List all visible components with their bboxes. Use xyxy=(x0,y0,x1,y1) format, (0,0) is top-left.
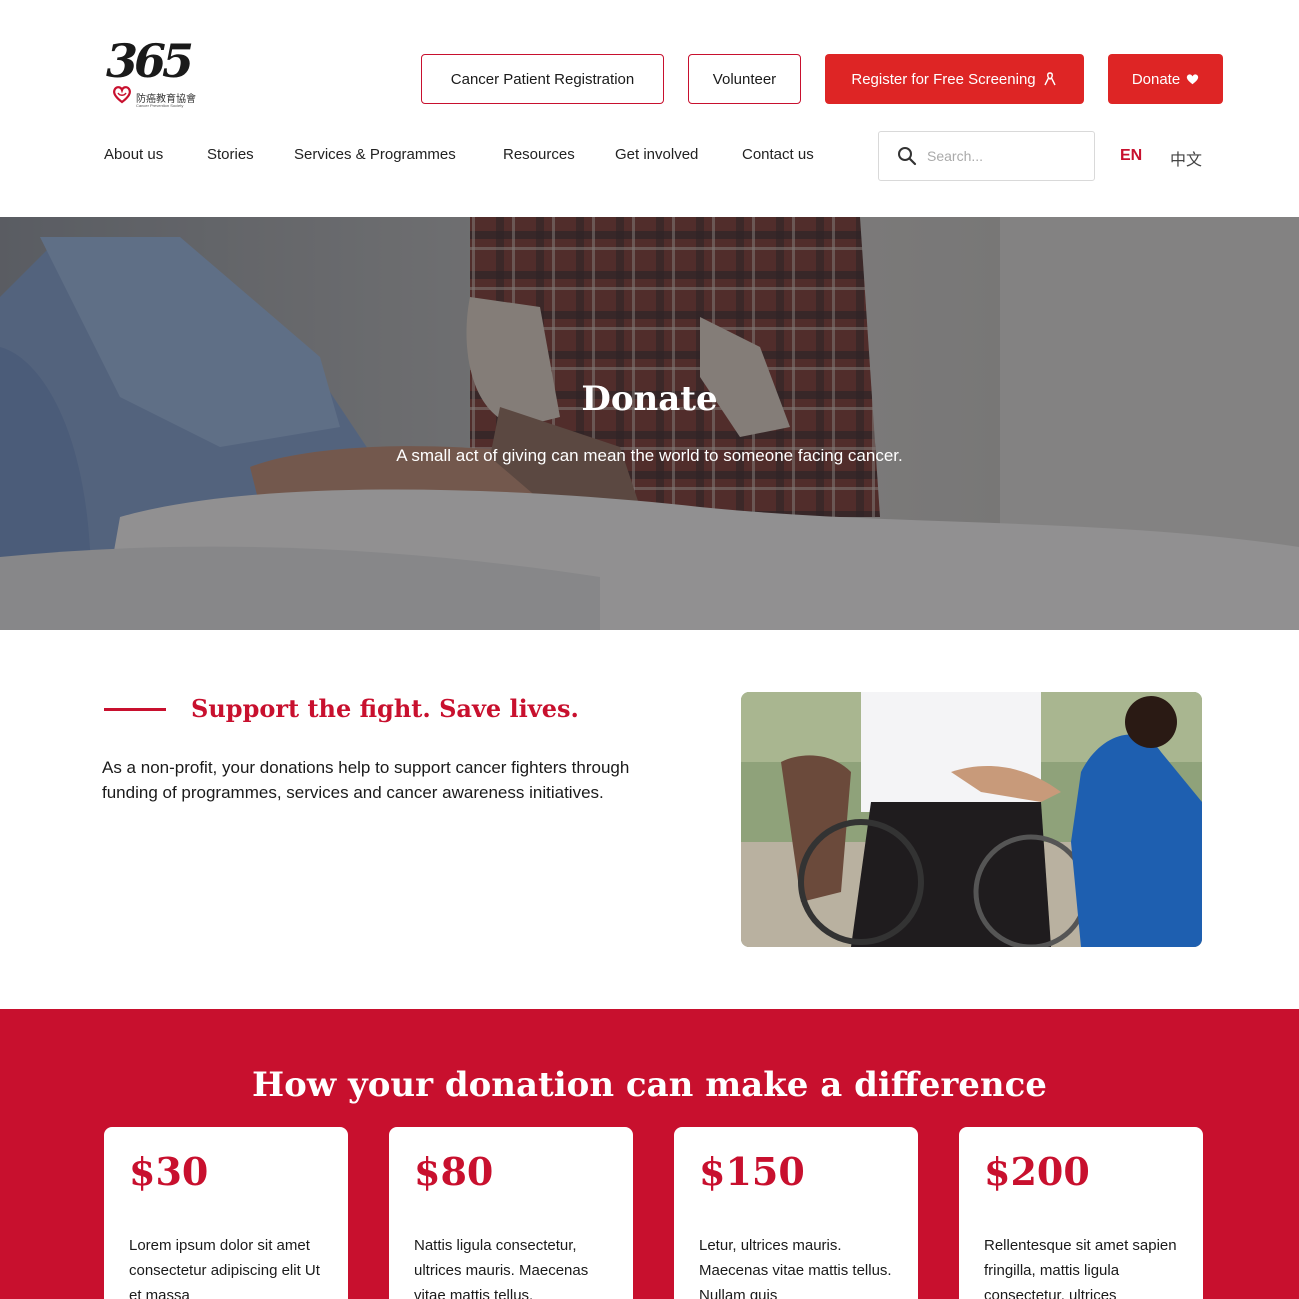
donation-amount: $200 xyxy=(984,1149,1090,1194)
logo-number: 365 xyxy=(106,34,194,88)
hero-banner: Donate A small act of giving can mean th… xyxy=(0,217,1299,630)
donation-card-80[interactable]: $80 Nattis ligula consectetur, ultrices … xyxy=(389,1127,633,1299)
language-chinese[interactable]: 中文 xyxy=(1170,146,1202,170)
support-description: As a non-profit, your donations help to … xyxy=(102,758,630,802)
donate-button[interactable]: Donate xyxy=(1108,54,1223,104)
logo-english-name: Cancer Prevention Society xyxy=(136,103,184,108)
wheelchair-care-photo xyxy=(741,692,1202,947)
page-title: Donate xyxy=(581,379,718,419)
donation-description: Letur, ultrices mauris. Maecenas vitae m… xyxy=(699,1237,892,1299)
support-heading: Support the fight. Save lives. xyxy=(191,694,579,723)
search-input[interactable] xyxy=(927,148,1077,164)
donation-amount: $80 xyxy=(414,1149,494,1194)
volunteer-button[interactable]: Volunteer xyxy=(688,54,801,104)
heart-logo-icon xyxy=(113,86,131,104)
nav-item-contact-us[interactable]: Contact us xyxy=(742,146,814,163)
donation-impact-section: How your donation can make a difference … xyxy=(0,1009,1299,1299)
heart-icon xyxy=(1187,74,1199,85)
search-icon xyxy=(898,147,917,166)
ribbon-icon xyxy=(1043,72,1056,86)
donation-heading: How your donation can make a difference xyxy=(252,1065,1047,1105)
hero-overlay xyxy=(0,217,1299,630)
donation-card-30[interactable]: $30 Lorem ipsum dolor sit amet consectet… xyxy=(104,1127,348,1299)
donation-amount: $150 xyxy=(699,1149,805,1194)
site-header: 365 防癌教育協會 Cancer Prevention Society Can… xyxy=(0,0,1299,217)
nav-item-stories[interactable]: Stories xyxy=(207,146,254,163)
register-free-screening-button[interactable]: Register for Free Screening xyxy=(825,54,1084,104)
language-en[interactable]: EN xyxy=(1120,147,1142,165)
donation-card-200[interactable]: $200 Rellentesque sit amet sapien fringi… xyxy=(959,1127,1203,1299)
search-box[interactable] xyxy=(878,131,1095,181)
donation-description: Nattis ligula consectetur, ultrices maur… xyxy=(414,1237,589,1299)
donate-button-label: Donate xyxy=(1131,70,1181,88)
nav-item-about-us[interactable]: About us xyxy=(104,146,163,163)
section-accent-line xyxy=(104,708,166,711)
donation-card-150[interactable]: $150 Letur, ultrices mauris. Maecenas vi… xyxy=(674,1127,918,1299)
screening-button-label: Register for Free Screening xyxy=(851,70,1036,88)
donation-description: Lorem ipsum dolor sit amet consectetur a… xyxy=(129,1237,320,1299)
registration-button-label: Cancer Patient Registration xyxy=(450,70,635,88)
nav-item-services-programmes[interactable]: Services & Programmes xyxy=(294,146,456,163)
nav-item-resources[interactable]: Resources xyxy=(503,146,575,163)
hero-subtitle: A small act of giving can mean the world… xyxy=(396,446,903,465)
nav-item-get-involved[interactable]: Get involved xyxy=(615,146,698,163)
logo[interactable]: 365 防癌教育協會 Cancer Prevention Society xyxy=(104,34,214,114)
donation-amount: $30 xyxy=(129,1149,209,1194)
cancer-patient-registration-button[interactable]: Cancer Patient Registration xyxy=(421,54,664,104)
donation-description: Rellentesque sit amet sapien fringilla, … xyxy=(984,1237,1177,1299)
volunteer-button-label: Volunteer xyxy=(712,70,777,88)
